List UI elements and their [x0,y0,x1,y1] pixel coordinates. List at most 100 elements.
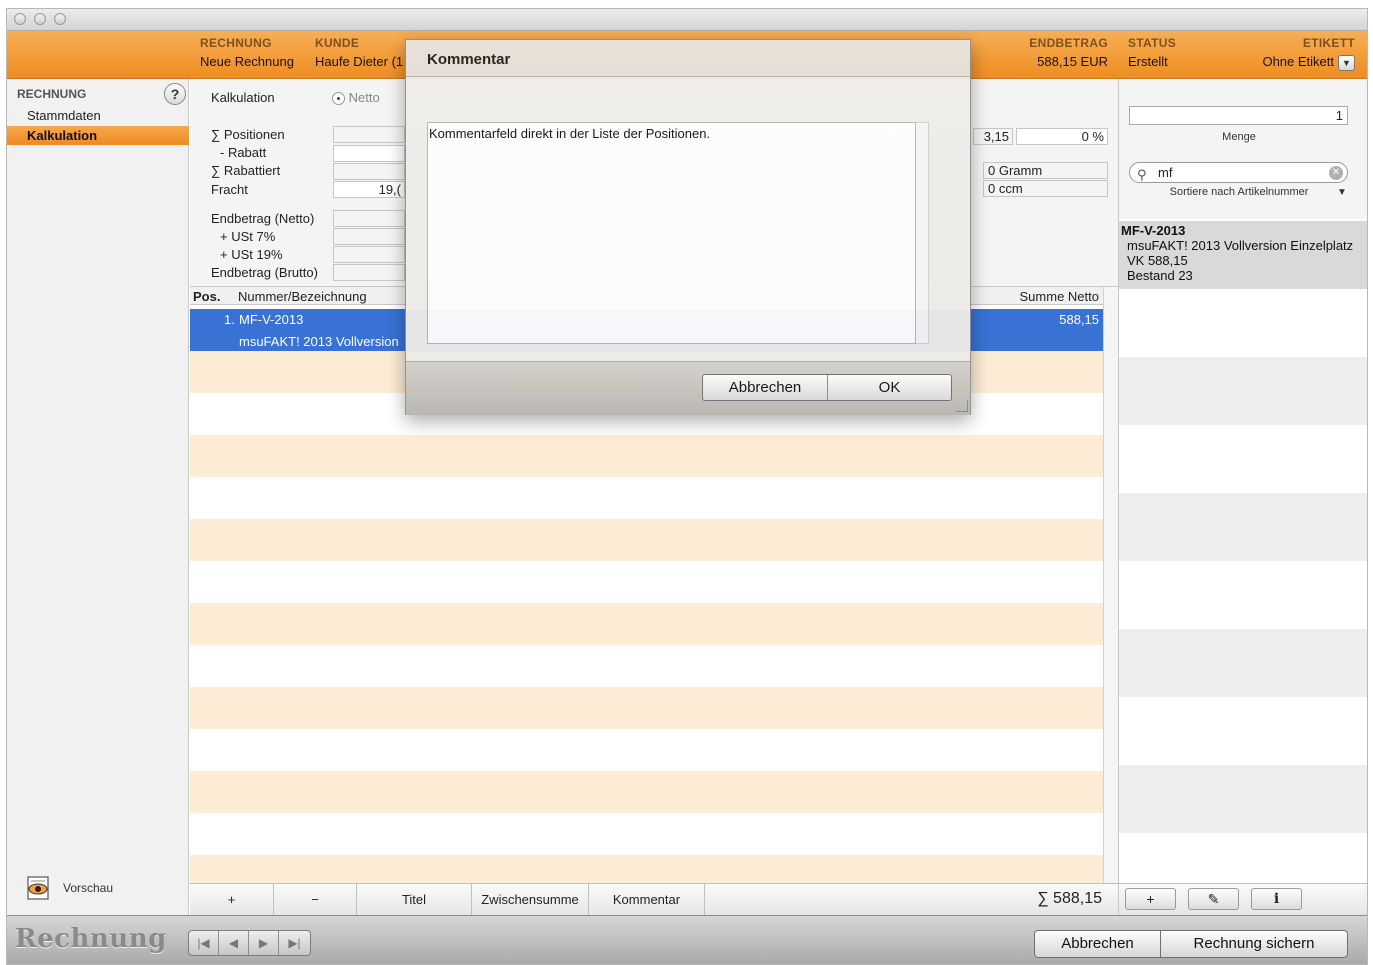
add-subtotal-button[interactable]: Zwischensumme [472,884,589,915]
positions-toolbar: + − Titel Zwischensumme Kommentar ∑ 588,… [190,883,1118,915]
article-toolbar: + ✎ i [1118,883,1367,915]
article-number: MF-V-2013 [1121,223,1186,238]
header-kunde-label: KUNDE [315,36,360,50]
header-rechnung: RECHNUNG Neue Rechnung [200,36,294,69]
netto-radio-dot-icon [332,92,345,106]
calc-tab-label: Kalkulation [211,90,275,105]
gewicht-field: 0 Gramm [983,162,1108,179]
comment-textarea[interactable]: Kommentarfeld direkt in der Liste der Po… [427,122,916,344]
article-list-stripe [1119,425,1367,493]
fracht-field[interactable]: 19,( [333,181,405,198]
endbetrag-brutto-field [333,264,405,281]
next-record-button[interactable]: ▶ [249,931,279,955]
app-window: RECHNUNG Neue Rechnung KUNDE Haufe Diete… [6,8,1368,965]
add-title-button[interactable]: Titel [357,884,472,915]
row-nummer: MF-V-2013 [239,312,304,327]
col-summe-header[interactable]: Summe Netto [1020,289,1099,304]
article-list-stripe [1119,493,1367,561]
list-stripe [190,855,1103,883]
list-stripe [190,813,1103,855]
rabattiert-field [333,163,405,180]
list-stripe [190,603,1103,645]
remove-position-button[interactable]: − [274,884,357,915]
sort-dropdown-icon[interactable]: ▼ [1337,187,1347,198]
save-invoice-button[interactable]: Rechnung sichern [1160,930,1348,958]
quantity-input[interactable]: 1 [1129,106,1348,125]
article-info-button[interactable]: i [1251,888,1302,910]
rabattiert-label: ∑ Rabattiert [211,163,281,178]
article-bestand: Bestand 23 [1127,268,1193,283]
ust19-label: + USt 19% [220,247,283,262]
row-pos: 1. [224,312,235,327]
col-pos-header[interactable]: Pos. [193,289,220,304]
header-etikett: ETIKETT Ohne Etikett ▼ [1243,36,1355,71]
sort-selector[interactable]: Sortiere nach Artikelnummer [1119,186,1359,198]
article-list-stripe [1119,697,1367,765]
ust7-label: + USt 7% [220,229,276,244]
previous-record-button[interactable]: ◀ [219,931,249,955]
comment-scrollbar[interactable] [916,122,929,344]
volumen-field: 0 ccm [983,180,1108,197]
rabatt-field[interactable] [333,145,405,162]
article-search-input[interactable]: ⚲ mf ✕ [1129,162,1348,183]
zoom-window-button[interactable] [54,13,66,25]
resize-grip-icon[interactable] [956,400,968,412]
header-endbetrag-label: ENDBETRAG [1029,36,1108,50]
article-list-stripe [1119,561,1367,629]
ust19-field [333,246,405,263]
add-position-button[interactable]: + [190,884,274,915]
minimize-window-button[interactable] [34,13,46,25]
header-endbetrag: ENDBETRAG 588,15 EUR [1028,36,1108,69]
rabatt-label: - Rabatt [220,145,267,160]
close-window-button[interactable] [14,13,26,25]
help-button[interactable]: ? [164,83,186,105]
article-list-stripe [1119,629,1367,697]
endbetrag-netto-label: Endbetrag (Netto) [211,211,315,226]
info-icon: i [1273,891,1280,907]
header-endbetrag-value: 588,15 EUR [1037,54,1108,69]
etikett-dropdown-icon[interactable]: ▼ [1338,54,1355,71]
clear-search-icon[interactable]: ✕ [1329,166,1343,180]
dialog-ok-button[interactable]: OK [828,375,951,400]
header-rechnung-label: RECHNUNG [200,36,272,50]
header-kunde[interactable]: KUNDE Haufe Dieter (1 [315,36,403,69]
pencil-icon: ✎ [1207,891,1220,907]
header-rechnung-value: Neue Rechnung [200,54,294,69]
header-status-value: Erstellt [1128,54,1168,69]
first-record-button[interactable]: |◀ [189,931,219,955]
endbetrag-brutto-label: Endbetrag (Brutto) [211,265,318,280]
cancel-button[interactable]: Abbrechen [1034,930,1161,958]
header-status[interactable]: STATUS Erstellt [1128,36,1176,69]
dialog-cancel-button[interactable]: Abbrechen [703,375,828,400]
list-stripe [190,435,1103,477]
list-scrollbar[interactable] [1103,287,1118,883]
col-nummer-header[interactable]: Nummer/Bezeichnung [238,289,367,304]
module-label: Rechnung [15,924,167,954]
sidebar: RECHNUNG ? Stammdaten Kalkulation Vorsch… [7,79,189,915]
sidebar-item-stammdaten[interactable]: Stammdaten [7,106,189,125]
sidebar-item-kalkulation[interactable]: Kalkulation [7,126,189,145]
list-stripe [190,561,1103,603]
header-etikett-value[interactable]: Ohne Etikett ▼ [1243,54,1355,71]
fracht-label: Fracht [211,182,248,197]
edit-article-button[interactable]: ✎ [1188,888,1239,910]
marge-pct-field[interactable]: 0 % [1016,128,1108,145]
endbetrag-netto-field [333,210,405,227]
list-stripe [190,729,1103,771]
add-article-button[interactable]: + [1125,888,1176,910]
list-stripe [190,477,1103,519]
list-item[interactable]: MF-V-2013 msuFAKT! 2013 Vollversion Einz… [1119,221,1367,289]
netto-radio[interactable]: Netto [332,90,380,106]
search-icon: ⚲ [1137,167,1147,182]
add-comment-button[interactable]: Kommentar [589,884,705,915]
sidebar-section-title: RECHNUNG [17,87,87,101]
list-stripe [190,771,1103,813]
preview-button[interactable]: Vorschau [25,875,113,901]
search-value: mf [1158,165,1173,180]
positionen-label: ∑ Positionen [211,127,285,142]
last-record-button[interactable]: ▶| [279,931,310,955]
article-name: msuFAKT! 2013 Vollversion Einzelplatz [1127,238,1354,253]
title-bar [7,9,1367,31]
positions-total: ∑ 588,15 [1037,890,1102,907]
list-stripe [190,519,1103,561]
